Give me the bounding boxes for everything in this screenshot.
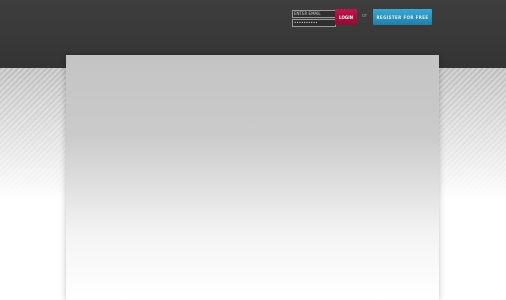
register-button[interactable]: REGISTER FOR FREE xyxy=(373,9,432,25)
username-input[interactable]: ENTER EMAIL xyxy=(292,10,336,18)
login-button[interactable]: LOGIN xyxy=(335,9,357,25)
password-input[interactable]: •••••••••• xyxy=(292,19,336,27)
or-separator: or xyxy=(362,13,368,19)
content-panel xyxy=(66,55,439,300)
